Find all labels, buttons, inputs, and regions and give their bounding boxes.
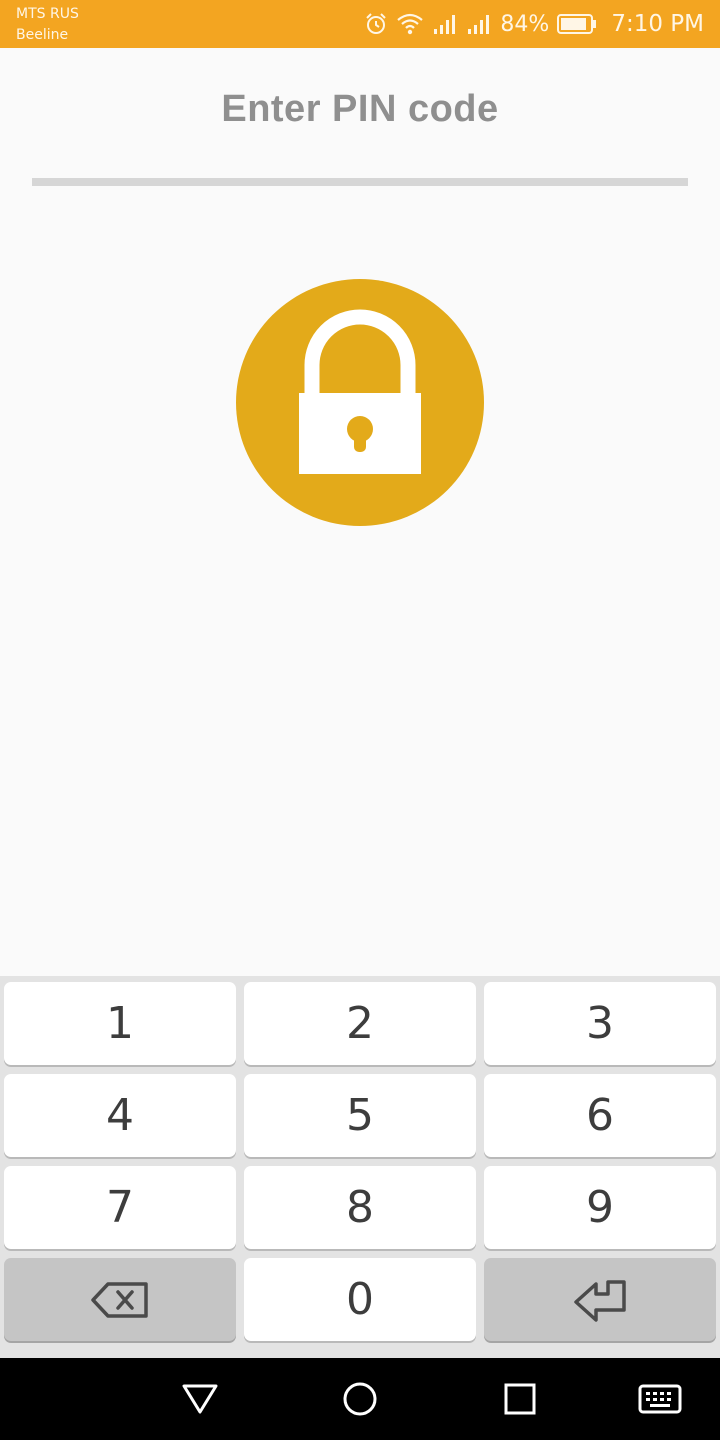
back-icon[interactable]: [179, 1378, 221, 1420]
status-bar: MTS RUS Beeline 84% 7:10 PM: [0, 0, 720, 48]
enter-icon: [574, 1279, 626, 1322]
key-0[interactable]: 0: [244, 1258, 476, 1341]
header: Enter PIN code: [0, 48, 720, 198]
key-7[interactable]: 7: [4, 1166, 236, 1249]
carrier-1: MTS RUS: [16, 6, 79, 22]
enter-key[interactable]: [484, 1258, 716, 1341]
signal-icon-2: [466, 12, 492, 36]
lock-icon: [299, 309, 421, 474]
backspace-icon: [91, 1281, 148, 1318]
wifi-icon: [396, 12, 424, 36]
clock: 7:10 PM: [611, 11, 704, 37]
lock-badge: [236, 279, 484, 526]
recents-icon[interactable]: [499, 1378, 541, 1420]
home-icon[interactable]: [339, 1378, 381, 1420]
key-8[interactable]: 8: [244, 1166, 476, 1249]
status-icons: 84% 7:10 PM: [364, 0, 704, 48]
key-3[interactable]: 3: [484, 982, 716, 1065]
battery-percent: 84%: [500, 11, 550, 37]
keyboard-icon[interactable]: [636, 1378, 684, 1420]
carrier-info: MTS RUS Beeline: [16, 4, 79, 46]
key-1[interactable]: 1: [4, 982, 236, 1065]
key-4[interactable]: 4: [4, 1074, 236, 1157]
page-title: Enter PIN code: [221, 88, 499, 130]
key-5[interactable]: 5: [244, 1074, 476, 1157]
carrier-2: Beeline: [16, 27, 69, 43]
backspace-key[interactable]: [4, 1258, 236, 1341]
key-6[interactable]: 6: [484, 1074, 716, 1157]
key-9[interactable]: 9: [484, 1166, 716, 1249]
pin-input-field[interactable]: [32, 178, 688, 186]
numeric-keypad: 1 2 3 4 5 6 7 8 9 0: [0, 976, 720, 1358]
alarm-icon: [364, 12, 388, 36]
key-2[interactable]: 2: [244, 982, 476, 1065]
battery-icon: [557, 13, 597, 35]
navigation-bar: [0, 1358, 720, 1440]
signal-icon: [432, 12, 458, 36]
